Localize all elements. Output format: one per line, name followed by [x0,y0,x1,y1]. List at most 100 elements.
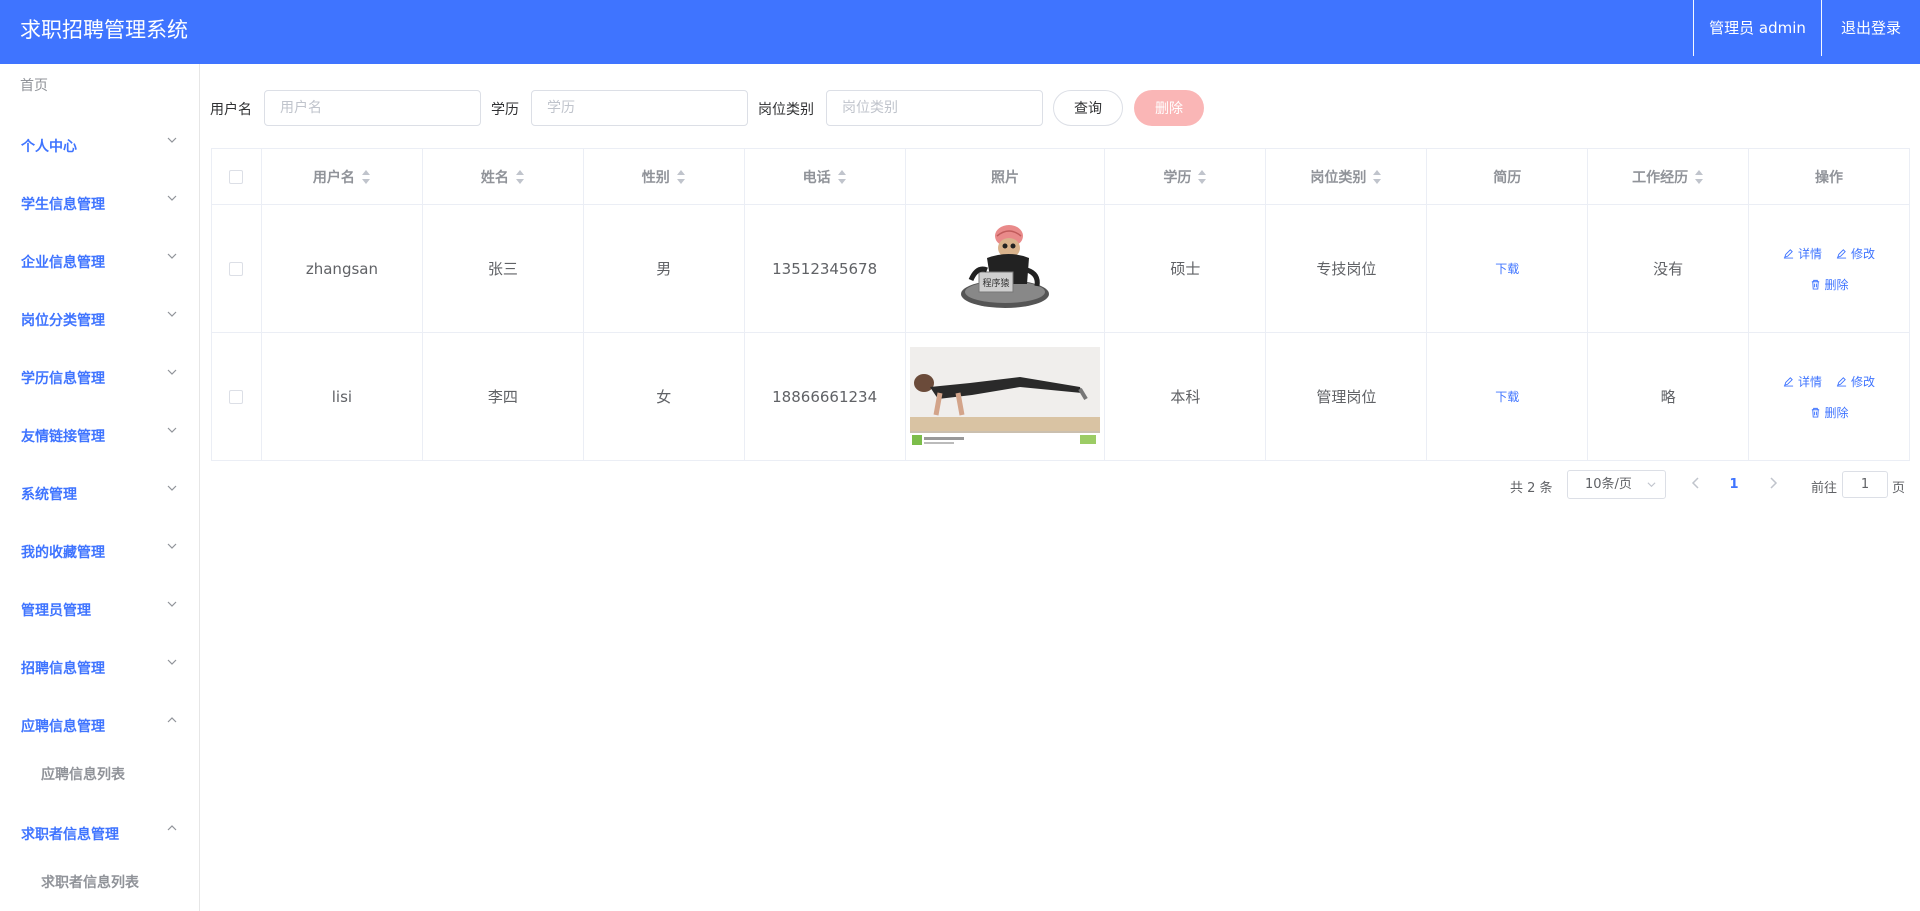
sort-icon[interactable] [361,169,371,184]
header-actions: 操作 [1749,149,1910,204]
sidebar-item-label: 应聘信息管理 [21,719,105,735]
edit-label: 修改 [1851,246,1876,261]
header-gender[interactable]: 性别 [584,149,745,204]
logout-button[interactable]: 退出登录 [1822,0,1920,56]
detail-button[interactable]: 详情 [1783,373,1822,390]
header-name[interactable]: 姓名 [423,149,584,204]
cell-resume: 下载 [1427,205,1589,332]
header-phone[interactable]: 电话 [745,149,906,204]
sidebar-item-label: 系统管理 [21,487,77,503]
query-button[interactable]: 查询 [1053,90,1123,126]
batch-delete-button[interactable]: 删除 [1134,90,1204,126]
sidebar-item-links[interactable]: 友情链接管理 [0,406,199,464]
sort-icon[interactable] [676,169,686,184]
cell-experience: 没有 [1588,205,1750,332]
cell-username: zhangsan [262,205,423,332]
header-label: 学历 [1163,169,1192,186]
job-type-input[interactable] [826,90,1043,126]
cell-actions: 详情 修改 删除 [1749,333,1910,460]
sidebar-item-label: 管理员管理 [21,603,91,619]
select-all-checkbox[interactable] [229,169,244,184]
row-checkbox[interactable] [229,389,244,404]
education-input[interactable] [531,90,748,126]
delete-button[interactable]: 删除 [1810,276,1849,293]
sort-icon[interactable] [1372,169,1382,184]
detail-button[interactable]: 详情 [1783,245,1822,262]
header-job-type[interactable]: 岗位类别 [1266,149,1428,204]
sidebar-item-favorites[interactable]: 我的收藏管理 [0,522,199,580]
resume-download-link[interactable]: 下载 [1495,388,1519,405]
photo-caption: 程序猿 [983,277,1010,289]
sidebar-item-education[interactable]: 学历信息管理 [0,348,199,406]
username-label: 用户名 [210,102,252,118]
sidebar-item-enterprise[interactable]: 企业信息管理 [0,232,199,290]
photo-monkey-programmer[interactable]: 程序猿 [957,222,1053,316]
trash-icon [1811,407,1819,418]
row-actions: 详情 修改 删除 [1783,245,1875,293]
prev-page-icon[interactable] [1690,476,1702,490]
delete-label: 删除 [1824,405,1849,420]
sidebar: 首页 个人中心 学生信息管理 企业信息管理 岗位分类管理 学历信息管理 友情链接… [0,64,200,911]
delete-button[interactable]: 删除 [1810,404,1849,421]
row-actions-line: 详情 修改 [1783,373,1875,390]
sidebar-item-student[interactable]: 学生信息管理 [0,174,199,232]
page-size-value: 10条/页 [1585,477,1632,492]
page-size-select[interactable]: 10条/页 [1567,470,1666,499]
pagination-total: 共 2 条 [1510,481,1553,496]
cell-name: 张三 [423,205,584,332]
header-label: 性别 [641,169,670,186]
sidebar-item-label: 友情链接管理 [21,429,105,445]
header-label: 岗位类别 [1310,169,1367,186]
sidebar-item-admin[interactable]: 管理员管理 [0,580,199,638]
photo-pushup-woman[interactable] [910,346,1101,447]
row-checkbox[interactable] [229,261,244,276]
sort-icon[interactable] [515,169,525,184]
delete-label: 删除 [1824,277,1849,292]
sidebar-item-application[interactable]: 应聘信息管理 [0,696,199,754]
sidebar-item-label: 学生信息管理 [21,197,105,213]
edit-button[interactable]: 修改 [1836,373,1875,390]
cell-gender: 男 [584,205,745,332]
chevron-down-icon [167,369,177,375]
goto-label: 前往 [1811,481,1838,496]
chevron-down-icon [167,485,177,491]
header-username[interactable]: 用户名 [262,149,423,204]
sidebar-subitem-job-seeker-list[interactable]: 求职者信息列表 [0,862,199,902]
header-label: 简历 [1493,169,1522,186]
edit-icon [1836,248,1847,259]
sidebar-item-label: 求职者信息管理 [21,827,119,843]
edit-button[interactable]: 修改 [1836,245,1875,262]
row-select-cell [212,333,262,460]
goto-page-input[interactable] [1842,471,1888,498]
sidebar-item-system[interactable]: 系统管理 [0,464,199,522]
cell-name: 李四 [423,333,584,460]
sort-icon[interactable] [837,169,847,184]
app-title: 求职招聘管理系统 [20,18,188,42]
next-page-icon[interactable] [1767,476,1779,490]
sort-icon[interactable] [1694,169,1704,184]
sidebar-subitem-label: 求职者信息列表 [41,875,139,891]
sidebar-item-job-seeker[interactable]: 求职者信息管理 [0,804,199,862]
sidebar-item-label: 个人中心 [21,139,77,155]
row-actions: 详情 修改 删除 [1783,373,1875,421]
sidebar-item-personal-center[interactable]: 个人中心 [0,116,199,174]
sidebar-item-job-category[interactable]: 岗位分类管理 [0,290,199,348]
chevron-down-icon [167,543,177,549]
resume-download-link[interactable]: 下载 [1495,260,1519,277]
sidebar-home[interactable]: 首页 [20,75,48,95]
header-label: 电话 [802,169,831,186]
sort-icon[interactable] [1197,169,1207,184]
education-label: 学历 [491,102,519,118]
header-select-all-cell [212,149,262,204]
username-input[interactable] [264,90,481,126]
header-label: 用户名 [312,169,355,186]
page-number-current[interactable]: 1 [1726,477,1742,492]
sidebar-subitem-application-list[interactable]: 应聘信息列表 [0,754,199,794]
header-resume: 简历 [1427,149,1589,204]
row-actions-line: 详情 修改 [1783,245,1875,262]
header-experience[interactable]: 工作经历 [1588,149,1750,204]
cell-actions: 详情 修改 删除 [1749,205,1910,332]
sidebar-item-recruitment[interactable]: 招聘信息管理 [0,638,199,696]
header-education[interactable]: 学历 [1105,149,1267,204]
table-row: lisi 李四 女 18866661234 本科 管理岗位 下载 略 详情 修改… [212,333,1910,461]
